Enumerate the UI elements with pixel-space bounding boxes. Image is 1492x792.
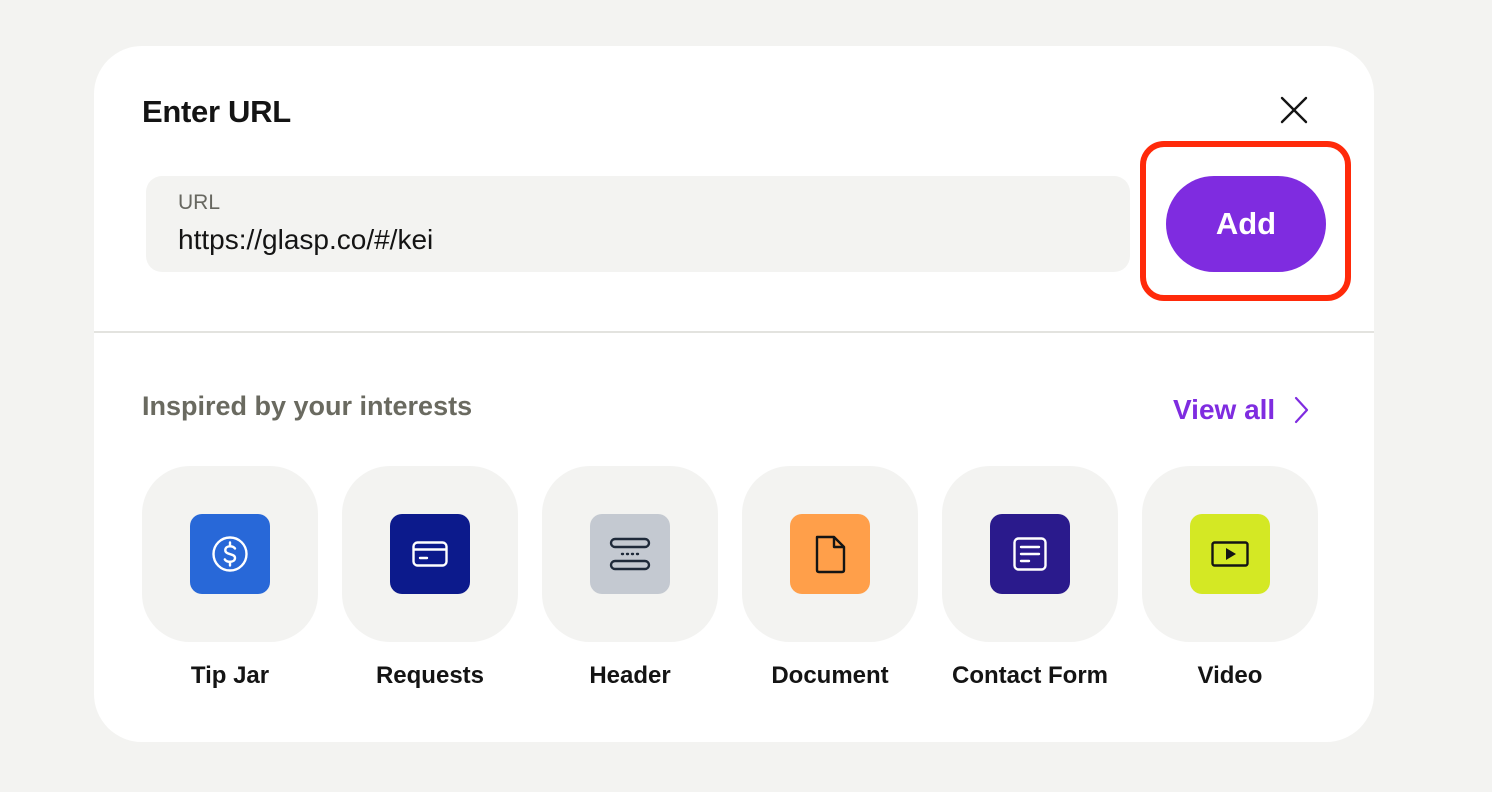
tile-label: Document <box>771 662 889 689</box>
tile-video[interactable]: Video <box>1142 466 1318 706</box>
dollar-coin-icon <box>190 514 270 594</box>
header-icon <box>590 514 670 594</box>
tile-label: Video <box>1197 662 1263 689</box>
tile-label: Contact Form <box>952 662 1108 689</box>
url-label: URL <box>178 191 221 214</box>
enter-url-dialog: Enter URL URL Add Inspired by your inter… <box>94 46 1374 742</box>
dialog-title: Enter URL <box>142 94 291 129</box>
close-button[interactable] <box>1278 94 1310 126</box>
suggestion-tiles: Tip Jar Requests Header Document Contact… <box>142 466 1318 706</box>
chevron-right-icon <box>1295 396 1309 424</box>
add-button[interactable]: Add <box>1166 176 1326 272</box>
tile-contact-form[interactable]: Contact Form <box>942 466 1118 706</box>
tile-tip-jar[interactable]: Tip Jar <box>142 466 318 706</box>
document-icon <box>790 514 870 594</box>
tile-label: Header <box>589 662 671 689</box>
section-title: Inspired by your interests <box>142 391 473 421</box>
view-all-label: View all <box>1173 394 1276 425</box>
divider <box>94 331 1374 333</box>
url-input[interactable] <box>178 224 1098 256</box>
video-icon <box>1190 514 1270 594</box>
tile-header[interactable]: Header <box>542 466 718 706</box>
tile-label: Tip Jar <box>190 662 270 689</box>
tile-requests[interactable]: Requests <box>342 466 518 706</box>
tile-document[interactable]: Document <box>742 466 918 706</box>
credit-card-icon <box>390 514 470 594</box>
close-icon <box>1280 96 1308 124</box>
url-field[interactable]: URL <box>146 176 1130 272</box>
form-icon <box>990 514 1070 594</box>
tile-label: Requests <box>375 662 485 689</box>
view-all-link[interactable]: View all <box>1173 394 1309 426</box>
